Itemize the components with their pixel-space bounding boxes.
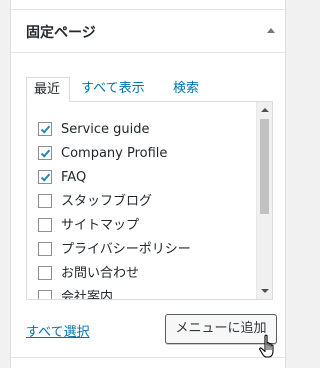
list-item-label: お問い合わせ bbox=[61, 266, 140, 281]
list-item-label: スタッフブログ bbox=[61, 194, 153, 209]
checkbox[interactable] bbox=[38, 290, 52, 299]
tab-recent[interactable]: 最近 bbox=[26, 77, 70, 102]
scroll-up-arrow-icon[interactable] bbox=[261, 108, 269, 112]
list-item-label: Service guide bbox=[61, 122, 150, 137]
pages-metabox: 固定ページ 最近 すべて表示 検索 Service guide Company … bbox=[10, 0, 286, 368]
list-item-label: 会社案内 bbox=[61, 290, 114, 300]
checkbox[interactable] bbox=[38, 218, 52, 232]
checkmark-icon bbox=[40, 173, 51, 182]
hand-pointer-icon bbox=[259, 334, 274, 358]
list-item-label: Company Profile bbox=[61, 146, 168, 161]
page-checklist: Service guide Company Profile FAQ スタッフブロ… bbox=[26, 101, 273, 300]
triangle-up-icon[interactable] bbox=[267, 28, 275, 33]
select-all-link[interactable]: すべて選択 bbox=[26, 321, 90, 340]
checkmark-icon bbox=[40, 149, 51, 158]
list-item-label: サイトマップ bbox=[61, 218, 140, 233]
checkbox[interactable] bbox=[38, 242, 52, 256]
bottom-divider bbox=[11, 357, 285, 358]
checkmark-icon bbox=[40, 125, 51, 134]
list-item-label: FAQ bbox=[61, 170, 87, 185]
checkbox[interactable] bbox=[38, 266, 52, 280]
tab-search[interactable]: 検索 bbox=[173, 77, 199, 102]
metabox-title: 固定ページ bbox=[26, 25, 96, 41]
checkbox[interactable] bbox=[38, 122, 52, 136]
metabox-header[interactable]: 固定ページ bbox=[11, 10, 285, 53]
list-scrollbar[interactable] bbox=[256, 102, 272, 299]
list-item-label: プライバシーポリシー bbox=[61, 242, 191, 257]
checkbox[interactable] bbox=[38, 194, 52, 208]
tab-view-all[interactable]: すべて表示 bbox=[81, 77, 145, 102]
checkbox[interactable] bbox=[38, 170, 52, 184]
scrollbar-thumb[interactable] bbox=[260, 119, 269, 214]
scroll-down-arrow-icon[interactable] bbox=[261, 289, 269, 293]
checkbox[interactable] bbox=[38, 146, 52, 160]
